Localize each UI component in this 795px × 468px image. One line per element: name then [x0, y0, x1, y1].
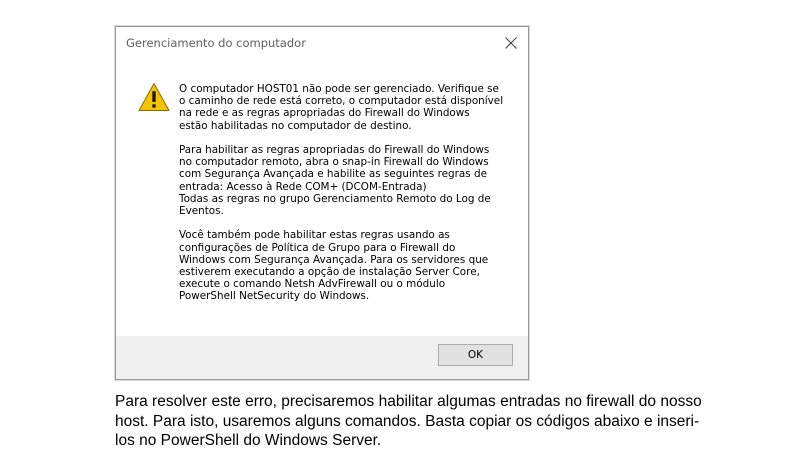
- ok-button[interactable]: OK: [438, 344, 513, 366]
- dialog-title: Gerenciamento do computador: [126, 36, 306, 50]
- message-paragraph-3: Você também pode habilitar estas regras …: [179, 229, 489, 303]
- dialog-titlebar: Gerenciamento do computador: [116, 27, 528, 59]
- error-dialog: Gerenciamento do computador O computador…: [115, 26, 529, 380]
- warning-icon: [138, 83, 170, 111]
- dialog-message: O computador HOST01 não pode ser gerenci…: [179, 83, 514, 315]
- dialog-footer: OK: [116, 336, 528, 379]
- caption-text: Para resolver este erro, precisaremos ha…: [115, 393, 702, 449]
- message-paragraph-2: Para habilitar as regras apropriadas do …: [179, 144, 491, 218]
- message-paragraph-1: O computador HOST01 não pode ser gerenci…: [179, 83, 504, 132]
- close-icon: [505, 37, 517, 49]
- close-button[interactable]: [498, 31, 524, 55]
